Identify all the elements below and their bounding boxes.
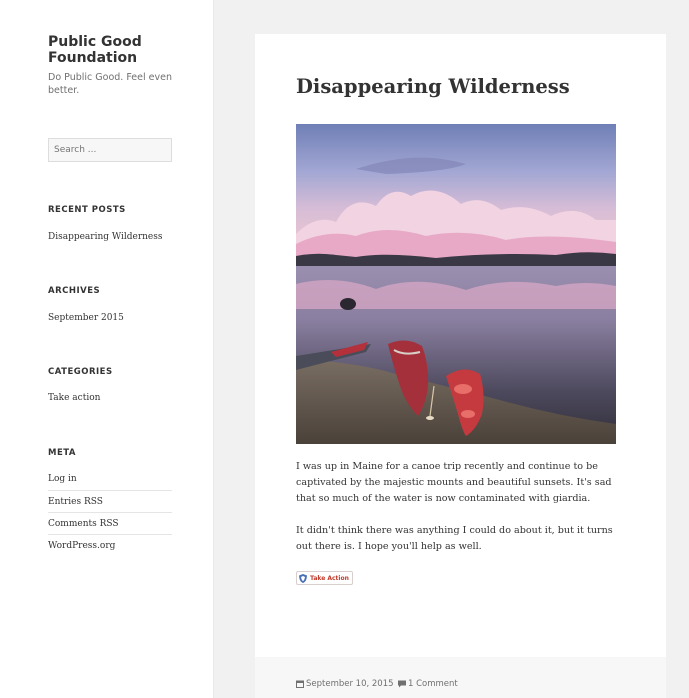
archive-link[interactable]: September 2015 [48,313,124,323]
meta-link-wordpress[interactable]: WordPress.org [48,541,115,551]
post-date-link[interactable]: September 10, 2015 [296,679,394,689]
meta-link-comments-rss[interactable]: Comments RSS [48,519,119,529]
meta-divider [48,490,172,491]
search-input[interactable] [48,138,172,162]
category-link[interactable]: Take action [48,393,100,403]
calendar-icon [296,680,306,688]
meta-link-login[interactable]: Log in [48,474,77,484]
sidebar: Public Good Foundation Do Public Good. F… [0,0,214,698]
post-paragraph: I was up in Maine for a canoe trip recen… [296,461,612,504]
recent-posts-heading: RECENT POSTS [48,205,126,215]
comment-icon [398,680,408,688]
post-title[interactable]: Disappearing Wilderness [296,75,570,98]
post-comments-link[interactable]: 1 Comment [398,679,458,689]
shield-icon [299,573,307,583]
categories-heading: CATEGORIES [48,367,113,377]
post-comments-count: 1 Comment [408,679,458,689]
recent-post-link[interactable]: Disappearing Wilderness [48,232,163,242]
meta-heading: META [48,448,76,458]
meta-divider [48,512,172,513]
post-date: September 10, 2015 [306,679,394,689]
post-footer: September 10, 2015 1 Comment [255,657,666,698]
post-paragraph: It didn't think there was anything I cou… [296,525,613,552]
site-title[interactable]: Public Good Foundation [48,34,198,66]
post-photo [296,124,616,444]
take-action-button[interactable]: Take Action [296,571,353,585]
site-description: Do Public Good. Feel even better. [48,72,172,96]
meta-link-entries-rss[interactable]: Entries RSS [48,497,103,507]
post-article: Disappearing Wilderness I was up in Main… [255,34,666,698]
archives-heading: ARCHIVES [48,286,101,296]
meta-divider [48,534,172,535]
take-action-label: Take Action [310,574,349,582]
